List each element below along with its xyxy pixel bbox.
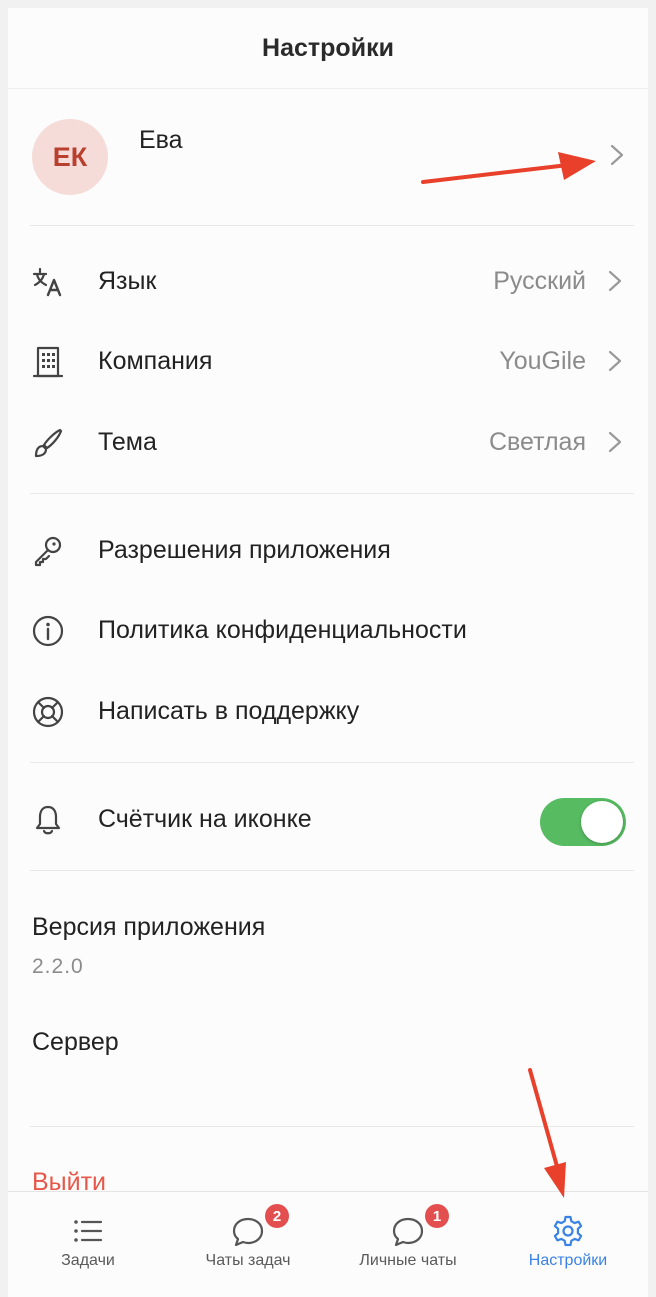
annotation-arrow (528, 1068, 566, 1198)
brush-icon (30, 425, 66, 461)
link-row-privacy[interactable]: Политика конфиденциальности (8, 594, 648, 666)
profile-name: Ева (139, 126, 183, 154)
version-label: Версия приложения (32, 913, 266, 941)
server-label[interactable]: Сервер (32, 1028, 119, 1057)
tab-tasks[interactable]: Задачи (8, 1192, 168, 1297)
tab-settings[interactable]: Настройки (488, 1192, 648, 1297)
settings-row-language[interactable]: Язык Русский (8, 245, 648, 317)
unread-badge: 2 (265, 1204, 289, 1228)
chevron-right-icon (608, 350, 622, 372)
link-row-label: Написать в поддержку (98, 697, 360, 725)
counter-label: Счётчик на иконке (98, 805, 312, 833)
list-icon (71, 1214, 105, 1248)
info-icon (30, 613, 66, 649)
chevron-right-icon (608, 270, 622, 292)
tab-task-chats[interactable]: 2 Чаты задач (168, 1192, 328, 1297)
page-title: Настройки (262, 33, 394, 62)
settings-row-label: Язык (98, 267, 157, 295)
key-icon (30, 533, 66, 569)
chat-icon (391, 1214, 425, 1248)
settings-screen: Настройки ЕК Ева Язык Русский Компания Y… (8, 8, 648, 1297)
divider (30, 225, 634, 226)
counter-toggle[interactable] (540, 798, 626, 846)
tab-label: Настройки (528, 1252, 608, 1269)
link-row-label: Разрешения приложения (98, 536, 391, 564)
settings-row-value: YouGile (499, 347, 586, 375)
version-value: 2.2.0 (32, 955, 84, 978)
header: Настройки (8, 8, 648, 89)
profile-row[interactable]: ЕК Ева (8, 89, 648, 225)
chevron-right-icon (608, 431, 622, 453)
settings-row-label: Компания (98, 347, 213, 375)
settings-row-value: Русский (493, 267, 586, 295)
tab-bar: Задачи 2 Чаты задач 1 Личные чаты Настро… (8, 1191, 648, 1297)
link-row-support[interactable]: Написать в поддержку (8, 675, 648, 747)
toggle-knob (581, 801, 623, 843)
chat-icon (231, 1214, 265, 1248)
settings-row-value: Светлая (488, 428, 586, 456)
settings-row-company[interactable]: Компания YouGile (8, 325, 648, 397)
divider (30, 493, 634, 494)
settings-row-label: Тема (98, 428, 157, 456)
tab-label: Чаты задач (205, 1252, 291, 1269)
unread-badge: 1 (425, 1204, 449, 1228)
divider (30, 870, 634, 871)
translate-icon (30, 264, 66, 300)
building-icon (30, 344, 66, 380)
divider (30, 1126, 634, 1127)
bell-icon (30, 802, 66, 838)
gear-icon (551, 1214, 585, 1248)
tab-label: Задачи (61, 1252, 115, 1269)
link-row-permissions[interactable]: Разрешения приложения (8, 514, 648, 586)
counter-row: Счётчик на иконке (8, 783, 648, 855)
link-row-label: Политика конфиденциальности (98, 616, 467, 644)
tab-personal-chats[interactable]: 1 Личные чаты (328, 1192, 488, 1297)
tab-label: Личные чаты (359, 1252, 457, 1269)
settings-row-theme[interactable]: Тема Светлая (8, 406, 648, 478)
avatar: ЕК (32, 119, 108, 195)
lifebuoy-icon (30, 694, 66, 730)
chevron-right-icon (610, 144, 624, 166)
divider (30, 762, 634, 763)
